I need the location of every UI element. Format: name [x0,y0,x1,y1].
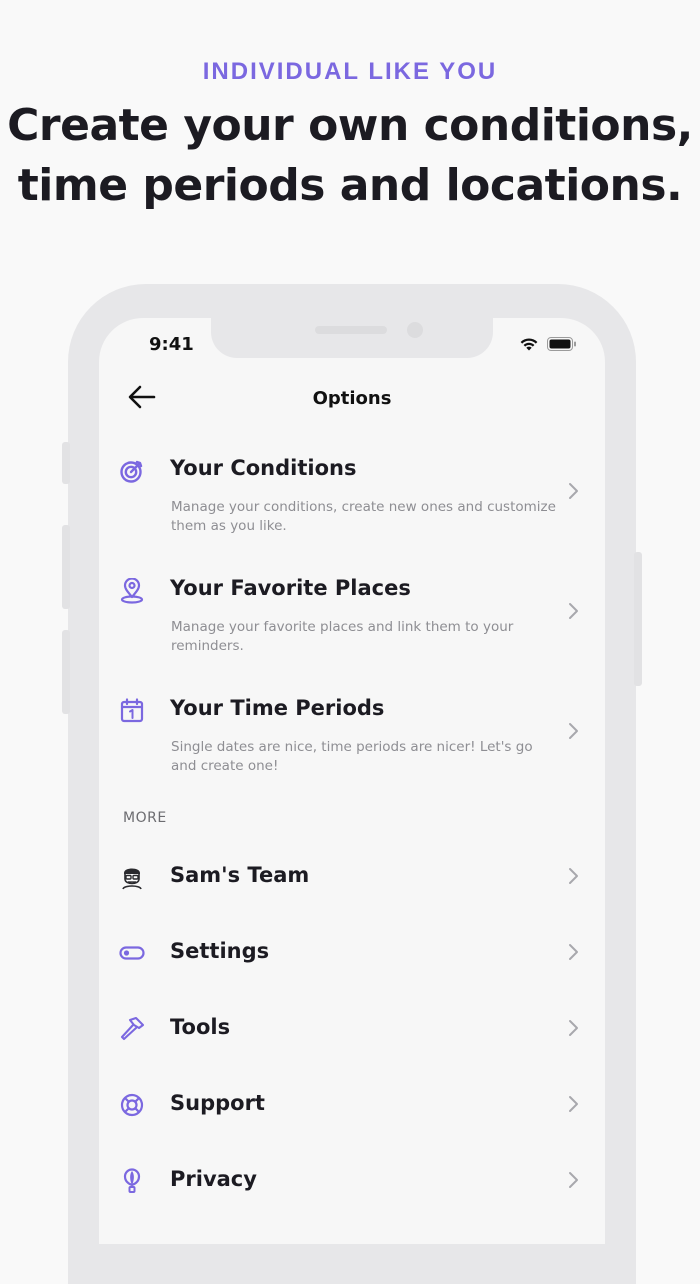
chevron-right-icon [569,1020,578,1036]
phone-volume-up [62,525,70,609]
your-time-periods-row[interactable]: Your Time Periods Single dates are nice,… [99,692,605,782]
row-description: Manage your conditions, create new ones … [171,499,556,534]
more-section-label: MORE [123,810,167,826]
tools-row[interactable]: Tools [99,1010,605,1050]
your-conditions-row[interactable]: Your Conditions Manage your conditions, … [99,452,605,542]
row-title: Your Time Periods [170,696,385,720]
row-title: Sam's Team [170,863,310,887]
row-description: Manage your favorite places and link the… [171,619,514,654]
phone-mute-switch [62,442,70,484]
chevron-right-icon [569,1096,578,1112]
row-title: Your Favorite Places [170,576,411,600]
team-avatar-icon [122,868,142,890]
sams-team-row[interactable]: Sam's Team [99,858,605,898]
your-favorite-places-row[interactable]: Your Favorite Places Manage your favorit… [99,572,605,662]
chevron-right-icon [569,1172,578,1188]
headline: Create your own conditions, time periods… [0,96,700,216]
front-camera [407,322,423,338]
lifebuoy-icon [120,1093,144,1117]
support-row[interactable]: Support [99,1086,605,1126]
chevron-right-icon [569,723,578,739]
row-title: Your Conditions [170,456,357,480]
headline-line-1: Create your own conditions, [7,100,693,151]
status-time: 9:41 [149,334,194,355]
battery-icon [547,337,576,351]
headline-line-2: time periods and locations. [17,160,683,211]
row-title: Settings [170,939,270,963]
calendar-icon [120,698,144,723]
location-pin-icon [120,578,144,604]
row-description: Single dates are nice, time periods are … [171,739,533,774]
settings-row[interactable]: Settings [99,934,605,974]
phone-screen: 9:41 Options Your Conditions Manage your… [99,318,605,1244]
speaker-grille [315,326,387,334]
row-title: Support [170,1091,265,1115]
chevron-right-icon [569,868,578,884]
toggle-icon [119,946,145,960]
chevron-right-icon [569,944,578,960]
phone-volume-down [62,630,70,714]
balloon-icon [123,1168,141,1193]
screen-title: Options [312,388,392,409]
chevron-right-icon [569,483,578,499]
target-icon [120,460,143,483]
notch [211,318,493,358]
hammer-icon [120,1016,145,1041]
status-icons [519,337,577,351]
eyebrow-label: INDIVIDUAL LIKE YOU [202,58,498,85]
row-title: Tools [170,1015,231,1039]
phone-power-button [634,552,642,686]
chevron-right-icon [569,603,578,619]
privacy-row[interactable]: Privacy [99,1162,605,1202]
row-title: Privacy [170,1167,257,1191]
wifi-icon [520,338,538,351]
